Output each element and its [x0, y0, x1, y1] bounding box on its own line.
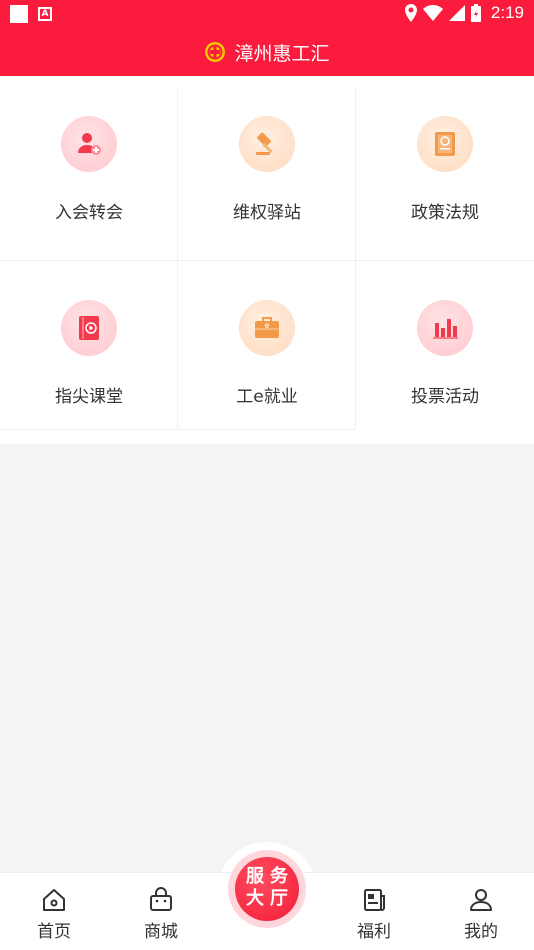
title-bar: 漳州惠工汇	[0, 34, 534, 70]
tab-mall[interactable]: 商城	[126, 885, 196, 945]
service-rights-station[interactable]: 维权驿站	[178, 76, 356, 246]
clock: 2:19	[490, 3, 524, 22]
service-grid: 入会转会 维权驿站 政策法规 指尖课堂 e 工e就业 投票活动	[0, 76, 534, 444]
service-policy[interactable]: 政策法规	[356, 76, 534, 246]
tab-label: 商城	[144, 922, 178, 942]
tab-mine[interactable]: 我的	[446, 885, 516, 945]
service-label: 政策法规	[411, 203, 479, 223]
service-label: 指尖课堂	[55, 387, 123, 407]
service-join-union[interactable]: 入会转会	[0, 76, 178, 246]
tab-home[interactable]: 首页	[19, 885, 89, 945]
service-hall-button[interactable]: 服 务 大 厅	[228, 850, 306, 928]
home-icon	[41, 885, 67, 915]
shopping-bag-icon	[148, 885, 174, 915]
battery-icon	[470, 4, 481, 22]
wifi-icon	[422, 5, 443, 21]
service-label: 维权驿站	[233, 203, 301, 223]
user-add-icon	[61, 116, 117, 172]
service-hall-char: 大	[246, 888, 264, 909]
video-book-icon	[61, 300, 117, 356]
service-label: 工e就业	[236, 387, 298, 407]
tab-label: 首页	[37, 922, 71, 942]
tab-label: 福利	[357, 922, 391, 942]
tab-welfare[interactable]: 福利	[339, 885, 409, 945]
news-icon	[361, 885, 387, 915]
bar-chart-icon	[417, 300, 473, 356]
union-logo-icon	[205, 42, 226, 62]
policy-book-icon	[417, 116, 473, 172]
briefcase-icon: e	[239, 300, 295, 356]
svg-text:e: e	[265, 321, 270, 330]
service-hall-char: 服	[246, 866, 264, 887]
user-icon	[468, 885, 494, 915]
service-employment[interactable]: e 工e就业	[178, 260, 356, 430]
signal-icon	[448, 5, 465, 21]
service-classroom[interactable]: 指尖课堂	[0, 260, 178, 430]
gavel-icon	[239, 116, 295, 172]
service-label: 投票活动	[411, 387, 479, 407]
service-hall-badge: 服 务 大 厅	[235, 857, 299, 921]
service-hall-char: 务	[270, 866, 288, 887]
service-hall-char: 厅	[270, 888, 288, 909]
notification-square-icon	[10, 5, 28, 23]
status-bar: A 2:19	[0, 0, 534, 26]
tab-label: 我的	[464, 922, 498, 942]
page-title: 漳州惠工汇	[234, 42, 330, 65]
service-label: 入会转会	[55, 203, 123, 223]
service-voting[interactable]: 投票活动	[356, 260, 534, 430]
location-icon	[404, 4, 417, 22]
notification-a-icon: A	[38, 7, 52, 21]
